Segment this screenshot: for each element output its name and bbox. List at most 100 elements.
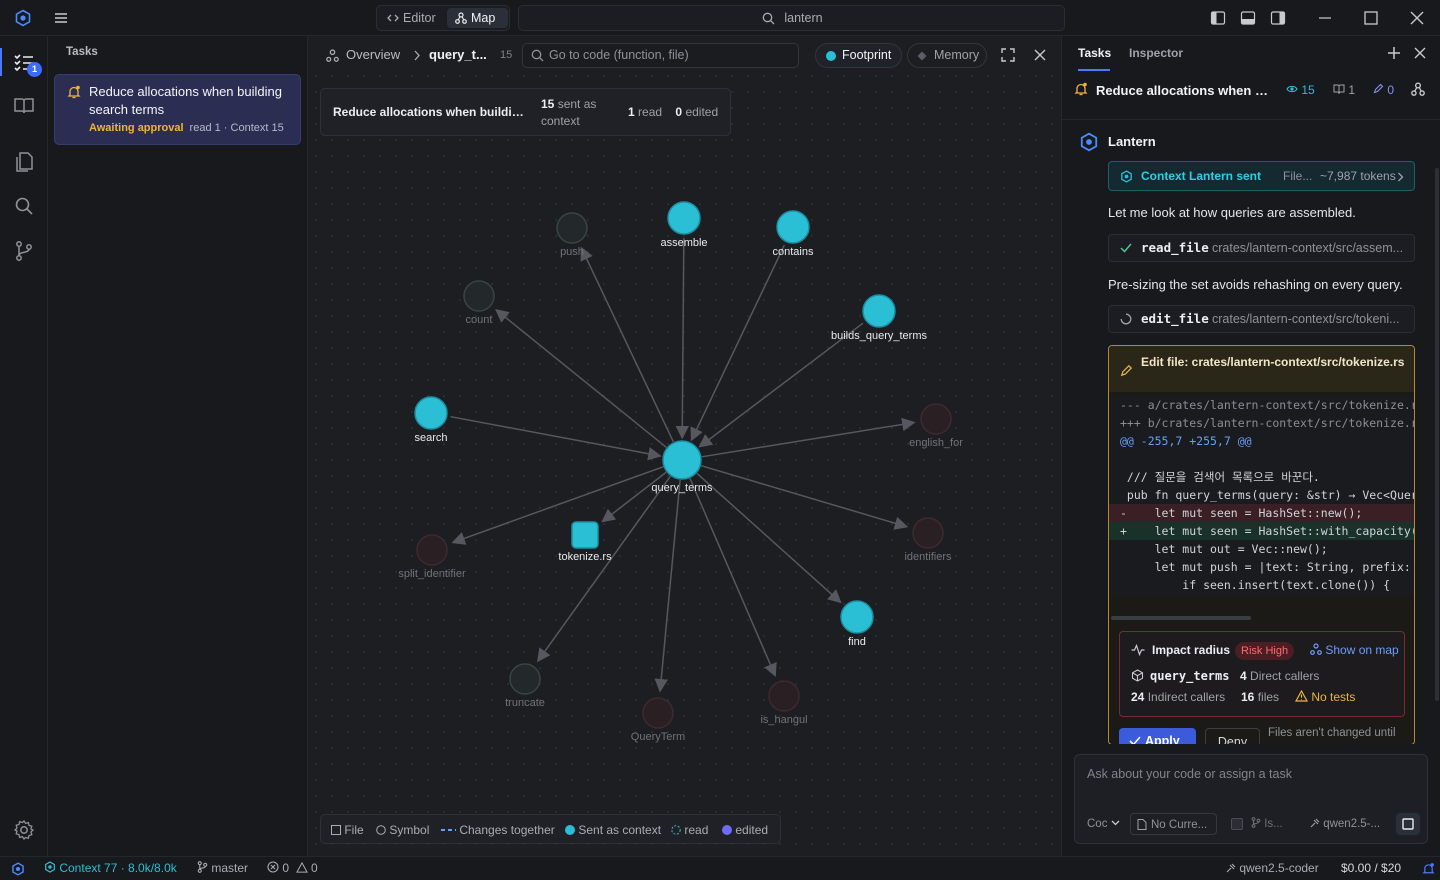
breadcrumb-overview[interactable]: Overview (346, 47, 400, 62)
tool-name-edit-file: edit_file (1141, 311, 1209, 326)
graph-node-truncate[interactable]: truncate (505, 663, 545, 709)
checkbox-icon[interactable] (1231, 818, 1243, 830)
tool-path-edit-file: crates/lantern-context/src/tokeni... (1212, 312, 1400, 326)
graph-node-label: is_hangul (760, 714, 807, 726)
graph-node-english-for[interactable]: english_for (909, 403, 963, 449)
impact-files: 16 files (1241, 690, 1279, 704)
editor-tab-label: Editor (403, 11, 436, 25)
graph-node-shape[interactable] (776, 210, 810, 244)
graph-node-push[interactable]: push (556, 212, 588, 258)
graph-node-contains[interactable]: contains (773, 210, 814, 258)
model-chip[interactable]: qwen2.5-... (1310, 813, 1380, 835)
dashed-line-icon (441, 829, 456, 831)
lantern-logo-icon[interactable] (11, 862, 25, 876)
file-context-chip[interactable]: No Curre... (1130, 813, 1217, 835)
graph-node-shape[interactable] (642, 697, 674, 729)
problems-indicator[interactable]: 0 0 (267, 861, 318, 875)
diff-horizontal-scrollbar[interactable] (1111, 616, 1251, 620)
close-panel-icon[interactable] (1414, 47, 1426, 59)
graph-node-tokenize-rs[interactable]: tokenize.rs (558, 521, 612, 563)
toggle-bottom-panel-icon[interactable] (1240, 10, 1256, 26)
model-icon (1310, 818, 1320, 828)
editor-tab[interactable]: Editor (379, 8, 445, 28)
search-icon[interactable] (12, 194, 36, 218)
source-control-icon[interactable] (12, 239, 36, 263)
graph-node-identifiers[interactable]: identifiers (904, 517, 952, 563)
map-tab[interactable]: Map (447, 8, 508, 28)
active-task-row[interactable]: Reduce allocations when b... 15 1 0 (1062, 76, 1440, 120)
active-task-title: Reduce allocations when b... (1096, 83, 1271, 98)
graph-node-shape[interactable] (768, 680, 800, 712)
files-icon[interactable] (12, 150, 36, 174)
apply-button[interactable]: Apply (1119, 728, 1196, 744)
graph-node-assemble[interactable]: assemble (660, 201, 708, 249)
graph-node-builds-query-terms[interactable]: builds_query_terms (831, 294, 927, 342)
context-sent-pill[interactable]: Context Lantern sent File... ~7,987 toke… (1108, 161, 1415, 191)
chevron-right-icon (414, 50, 420, 61)
legend-read: read (671, 823, 708, 837)
graph-node-shape[interactable] (662, 440, 702, 480)
toggle-left-panel-icon[interactable] (1210, 10, 1226, 26)
plus-icon[interactable] (1387, 46, 1401, 60)
fullscreen-icon[interactable] (1001, 48, 1015, 62)
minimize-icon[interactable] (1317, 10, 1333, 26)
graph-node-shape[interactable] (416, 534, 448, 566)
settings-gear-icon[interactable] (12, 818, 36, 842)
stop-button[interactable] (1396, 813, 1420, 835)
graph-node-queryterm[interactable]: QueryTerm (631, 697, 685, 743)
close-map-icon[interactable] (1033, 48, 1047, 62)
memory-toggle[interactable]: Memory (907, 43, 987, 68)
graph-node-shape[interactable] (463, 280, 495, 312)
model-label: qwen2.5-coder (1239, 861, 1319, 875)
mode-select[interactable]: Coc (1087, 813, 1127, 835)
graph-node-shape[interactable] (509, 663, 541, 695)
dependency-graph[interactable]: query_terms assemble contains builds_query_… (308, 36, 1061, 856)
graph-node-shape[interactable] (667, 201, 701, 235)
tool-call-edit-file[interactable]: edit_file crates/lantern-context/src/tok… (1108, 305, 1415, 333)
graph-nodes-icon[interactable] (1411, 82, 1425, 96)
model-indicator[interactable]: qwen2.5-coder (1226, 861, 1319, 875)
cube-icon (1131, 669, 1144, 682)
branch-chip[interactable]: Is... (1251, 813, 1283, 835)
graph-node-search[interactable]: search (414, 396, 448, 444)
breadcrumb-current[interactable]: query_t... (429, 47, 487, 62)
command-search[interactable]: lantern (518, 5, 1065, 31)
goto-code-input[interactable]: Go to code (function, file) (522, 43, 799, 68)
graph-node-shape[interactable] (556, 212, 588, 244)
tool-call-read-file[interactable]: read_file crates/lantern-context/src/ass… (1108, 234, 1415, 262)
code-map-view[interactable]: query_terms assemble contains builds_query_… (308, 36, 1061, 856)
chat-composer[interactable]: Ask about your code or assign a task Coc… (1074, 754, 1428, 844)
notification-bell-icon[interactable] (1422, 862, 1435, 876)
toggle-right-panel-icon[interactable] (1270, 10, 1286, 26)
footprint-toggle[interactable]: Footprint (815, 43, 902, 68)
graph-node-count[interactable]: count (463, 280, 495, 326)
graph-node-shape[interactable] (571, 521, 599, 549)
hamburger-menu-icon[interactable] (54, 11, 68, 25)
cost-indicator[interactable]: $0.00 / $20 (1341, 861, 1401, 875)
graph-node-shape[interactable] (414, 396, 448, 430)
tab-tasks[interactable]: Tasks (1078, 46, 1111, 60)
chat-scrollbar[interactable] (1435, 168, 1439, 701)
deny-button[interactable]: Deny (1205, 728, 1260, 744)
graph-node-shape[interactable] (862, 294, 896, 328)
close-window-icon[interactable] (1409, 10, 1425, 26)
graph-node-shape[interactable] (840, 600, 874, 634)
task-card[interactable]: Reduce allocations when building search … (54, 74, 301, 145)
context-usage[interactable]: Context 77 · 8.0k/8.0k (44, 861, 177, 875)
check-icon (1120, 243, 1132, 253)
graph-node-shape[interactable] (920, 403, 952, 435)
graph-node-find[interactable]: find (840, 600, 874, 648)
show-on-map-label: Show on map (1325, 643, 1399, 657)
graph-node-is-hangul[interactable]: is_hangul (760, 680, 808, 726)
file-icon (1137, 819, 1147, 830)
diff-line-hunk: @@ -255,7 +255,7 @@ (1120, 434, 1252, 448)
git-branch[interactable]: master (197, 861, 248, 875)
show-on-map-link[interactable]: Show on map (1310, 643, 1399, 657)
book-icon[interactable] (12, 94, 36, 118)
tab-inspector[interactable]: Inspector (1129, 46, 1183, 60)
maximize-icon[interactable] (1363, 10, 1379, 26)
diff-view[interactable]: --- a/crates/lantern-context/src/tokeniz… (1109, 396, 1414, 596)
graph-node-shape[interactable] (912, 517, 944, 549)
lantern-logo-icon[interactable] (14, 9, 32, 27)
title-bar: Editor Map lantern (0, 0, 1440, 36)
